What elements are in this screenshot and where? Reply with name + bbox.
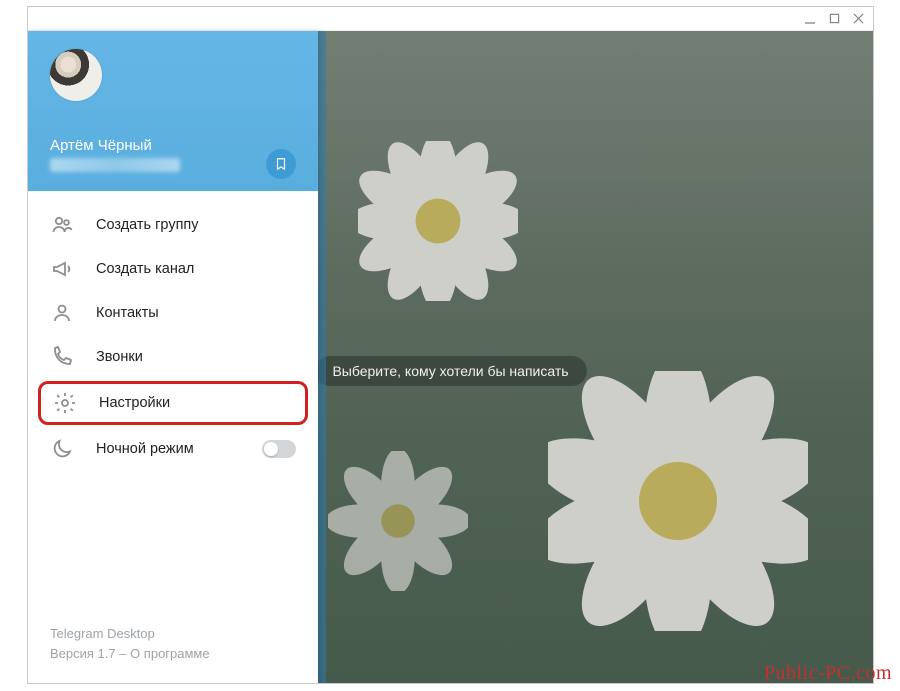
menu-item-contacts[interactable]: Контакты	[28, 291, 318, 335]
menu-item-new-channel[interactable]: Создать канал	[28, 247, 318, 291]
phone-icon	[50, 345, 74, 369]
menu-item-label: Настройки	[99, 395, 170, 411]
saved-messages-button[interactable]	[266, 149, 296, 179]
menu-item-calls[interactable]: Звонки	[28, 335, 318, 379]
watermark-text: Public-PC.com	[764, 662, 892, 685]
minimize-button[interactable]	[803, 12, 817, 26]
empty-chat-hint: Выберите, кому хотели бы написать	[314, 356, 586, 386]
app-name-label: Telegram Desktop	[50, 624, 296, 644]
drawer-header: Артём Чёрный	[28, 31, 318, 191]
version-about-link[interactable]: Версия 1.7 – О программе	[50, 644, 296, 664]
menu-item-label: Создать группу	[96, 217, 199, 233]
drawer-footer: Telegram Desktop Версия 1.7 – О программ…	[28, 624, 318, 683]
megaphone-icon	[50, 257, 74, 281]
titlebar	[28, 7, 873, 31]
maximize-button[interactable]	[827, 12, 841, 26]
underlying-sidebar-sliver	[318, 31, 326, 683]
profile-phone-blurred	[50, 158, 180, 172]
avatar[interactable]	[50, 49, 102, 101]
moon-icon	[50, 437, 74, 461]
menu-item-label: Звонки	[96, 349, 143, 365]
close-button[interactable]	[851, 12, 865, 26]
person-icon	[50, 301, 74, 325]
menu-item-label: Контакты	[96, 305, 159, 321]
drawer-menu: Создать группу Создать канал	[28, 191, 318, 624]
bookmark-icon	[274, 156, 288, 172]
app-window: Выберите, кому хотели бы написать Артём …	[27, 6, 874, 684]
menu-item-label: Ночной режим	[96, 441, 194, 457]
profile-username: Артём Чёрный	[50, 137, 300, 154]
menu-item-label: Создать канал	[96, 261, 194, 277]
main-menu-drawer: Артём Чёрный	[28, 31, 318, 683]
menu-item-new-group[interactable]: Создать группу	[28, 203, 318, 247]
gear-icon	[53, 391, 77, 415]
menu-item-night-mode[interactable]: Ночной режим	[28, 427, 318, 471]
menu-item-settings[interactable]: Настройки	[38, 381, 308, 425]
night-mode-toggle[interactable]	[262, 440, 296, 458]
group-icon	[50, 213, 74, 237]
